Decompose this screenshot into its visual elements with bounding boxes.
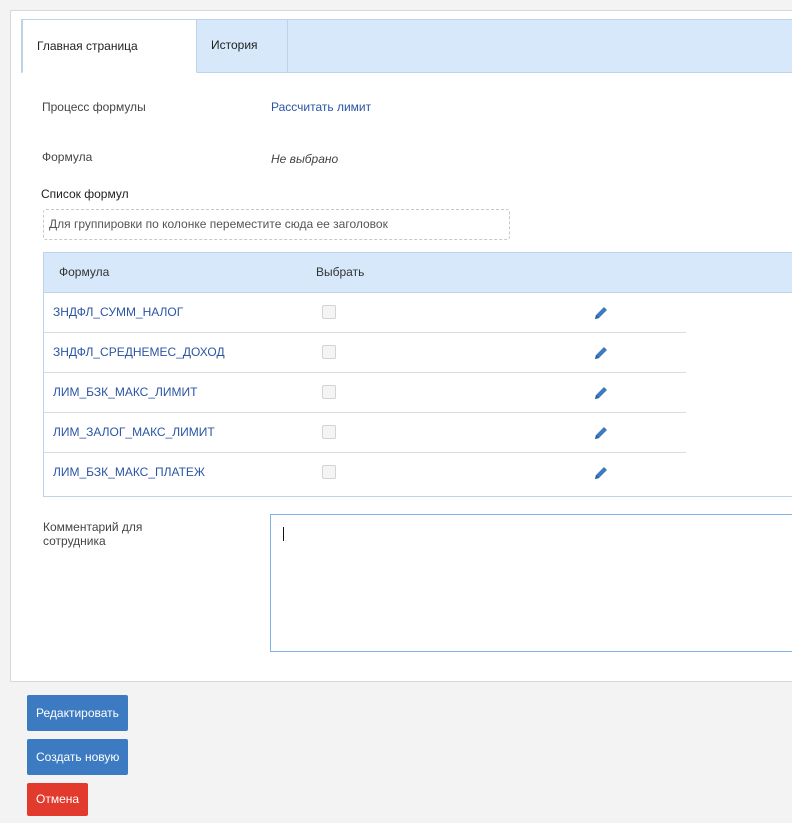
select-checkbox[interactable]	[322, 465, 336, 479]
select-checkbox[interactable]	[322, 305, 336, 319]
comment-textarea[interactable]	[270, 514, 792, 652]
pencil-icon[interactable]	[592, 464, 610, 482]
formula-value: Не выбрано	[271, 152, 339, 166]
tab-main[interactable]: Главная страница	[22, 19, 197, 73]
cancel-button[interactable]: Отмена	[27, 783, 89, 816]
column-header-formula[interactable]: Формула	[59, 253, 109, 291]
grid-header: Формула Выбрать	[44, 253, 792, 293]
formula-name-link[interactable]: ЗНДФЛ_СРЕДНЕМЕС_ДОХОД	[53, 333, 225, 372]
tab-bar: Главная страница История	[21, 19, 792, 73]
table-row: ЛИМ_БЗК_МАКС_ПЛАТЕЖ	[44, 453, 686, 493]
table-row: ЛИМ_ЗАЛОГ_МАКС_ЛИМИТ	[44, 413, 686, 453]
column-header-select[interactable]: Выбрать	[316, 253, 364, 291]
table-row: ЛИМ_БЗК_МАКС_ЛИМИТ	[44, 373, 686, 413]
pencil-icon[interactable]	[592, 384, 610, 402]
formula-name-link[interactable]: ЛИМ_БЗК_МАКС_ПЛАТЕЖ	[53, 453, 205, 492]
select-checkbox[interactable]	[322, 345, 336, 359]
comment-label: Комментарий для сотрудника	[43, 520, 143, 548]
formula-name-link[interactable]: ЛИМ_ЗАЛОГ_МАКС_ЛИМИТ	[53, 413, 215, 452]
select-checkbox[interactable]	[322, 425, 336, 439]
pencil-icon[interactable]	[592, 304, 610, 322]
pencil-icon[interactable]	[592, 344, 610, 362]
edit-button[interactable]: Редактировать	[27, 695, 128, 731]
create-new-button[interactable]: Создать новую	[27, 739, 129, 775]
formula-grid: Формула Выбрать ЗНДФЛ_СУММ_НАЛОГ ЗНДФЛ_СР…	[43, 252, 792, 497]
formula-label: Формула	[42, 150, 93, 164]
tab-history[interactable]: История	[197, 19, 288, 73]
pencil-icon[interactable]	[592, 424, 610, 442]
group-drop-zone[interactable]: Для группировки по колонке переместите с…	[43, 209, 510, 240]
formula-name-link[interactable]: ЗНДФЛ_СУММ_НАЛОГ	[53, 293, 183, 332]
table-row: ЗНДФЛ_СУММ_НАЛОГ	[44, 293, 686, 333]
process-value-link[interactable]: Рассчитать лимит	[271, 100, 371, 114]
formula-list-title: Список формул	[41, 187, 129, 201]
process-label: Процесс формулы	[42, 100, 146, 114]
text-caret	[283, 527, 284, 541]
select-checkbox[interactable]	[322, 385, 336, 399]
formula-name-link[interactable]: ЛИМ_БЗК_МАКС_ЛИМИТ	[53, 373, 197, 412]
table-row: ЗНДФЛ_СРЕДНЕМЕС_ДОХОД	[44, 333, 686, 373]
